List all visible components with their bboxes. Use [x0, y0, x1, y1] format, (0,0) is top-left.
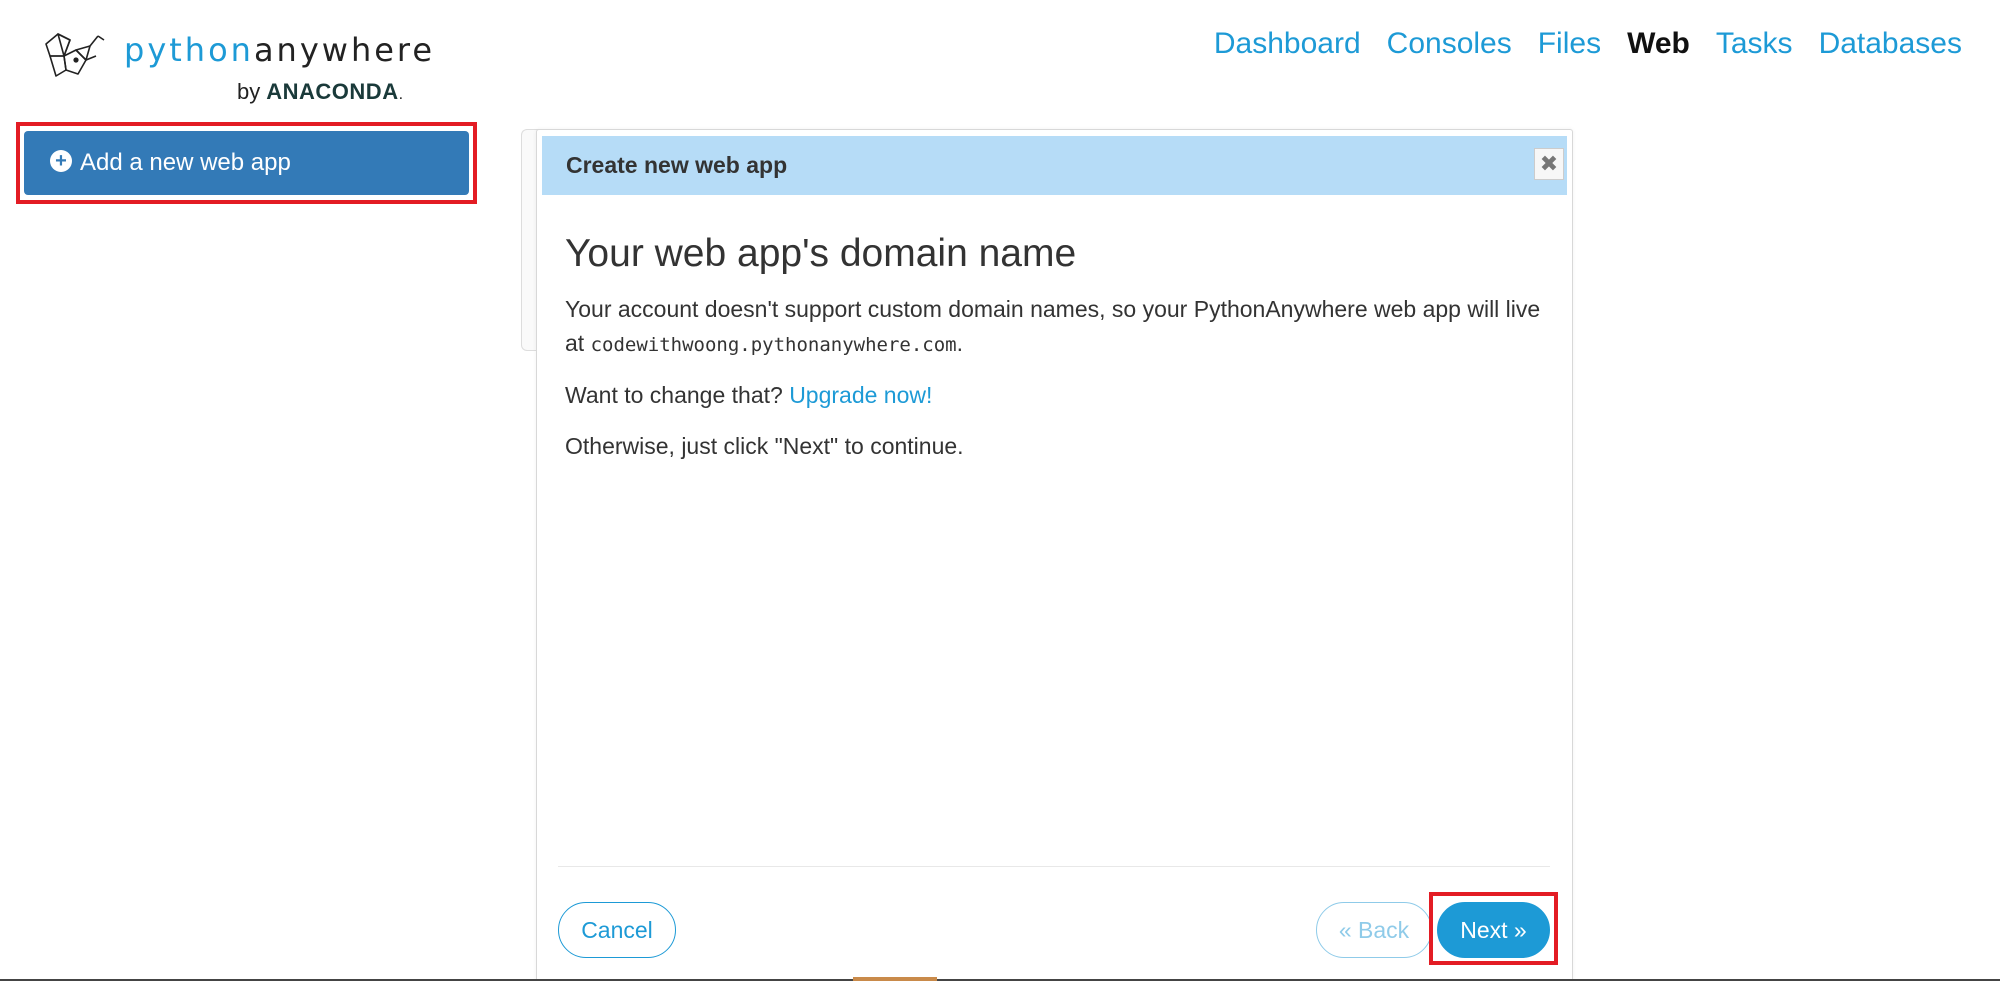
- plus-circle-icon: +: [50, 150, 72, 172]
- domain-info-end: .: [956, 330, 964, 356]
- logo-anaconda-brand: ANACONDA: [266, 79, 399, 104]
- add-new-web-app-button[interactable]: + Add a new web app: [24, 131, 469, 195]
- logo-brand-suffix: .: [398, 86, 404, 103]
- pythonanywhere-logo-icon: [45, 33, 105, 77]
- upgrade-prompt-text: Want to change that?: [565, 382, 790, 408]
- domain-name-heading: Your web app's domain name: [565, 232, 1077, 275]
- back-button[interactable]: « Back: [1316, 902, 1432, 958]
- add-new-web-app-label: Add a new web app: [80, 149, 291, 176]
- logo-by-anaconda: by ANACONDA.: [237, 78, 403, 109]
- nav-tasks[interactable]: Tasks: [1716, 24, 1793, 64]
- logo-wordmark: pythonanywhere: [124, 28, 435, 72]
- continue-instruction: Otherwise, just click "Next" to continue…: [565, 433, 964, 459]
- logo-word-anywhere: anywhere: [253, 31, 436, 69]
- nav-web[interactable]: Web: [1627, 24, 1690, 64]
- bottom-edge-accent: [853, 977, 937, 981]
- upgrade-now-link[interactable]: Upgrade now!: [789, 382, 932, 408]
- modal-footer-divider: [558, 866, 1550, 867]
- cancel-button[interactable]: Cancel: [558, 902, 676, 958]
- next-button-highlight: [1429, 892, 1558, 965]
- modal-header: Create new web app ✖: [542, 136, 1567, 195]
- domain-info-paragraph: Your account doesn't support custom doma…: [565, 292, 1545, 362]
- nav-databases[interactable]: Databases: [1819, 24, 1962, 64]
- domain-name-value: codewithwoong.pythonanywhere.com: [590, 334, 957, 356]
- create-web-app-modal: Create new web app ✖ Your web app's doma…: [536, 129, 1573, 981]
- nav-consoles[interactable]: Consoles: [1387, 24, 1512, 64]
- logo-by-text: by: [237, 79, 261, 104]
- close-icon[interactable]: ✖: [1534, 148, 1564, 180]
- logo[interactable]: pythonanywhere by ANACONDA.: [42, 28, 442, 108]
- nav-dashboard[interactable]: Dashboard: [1214, 24, 1361, 64]
- nav-files[interactable]: Files: [1538, 24, 1601, 64]
- modal-body: Your web app's domain name Your account …: [565, 230, 1545, 463]
- modal-title: Create new web app: [566, 152, 788, 178]
- logo-word-python: python: [124, 31, 254, 69]
- top-nav: Dashboard Consoles Files Web Tasks Datab…: [1214, 24, 1962, 64]
- upgrade-paragraph: Want to change that? Upgrade now!: [565, 378, 1545, 412]
